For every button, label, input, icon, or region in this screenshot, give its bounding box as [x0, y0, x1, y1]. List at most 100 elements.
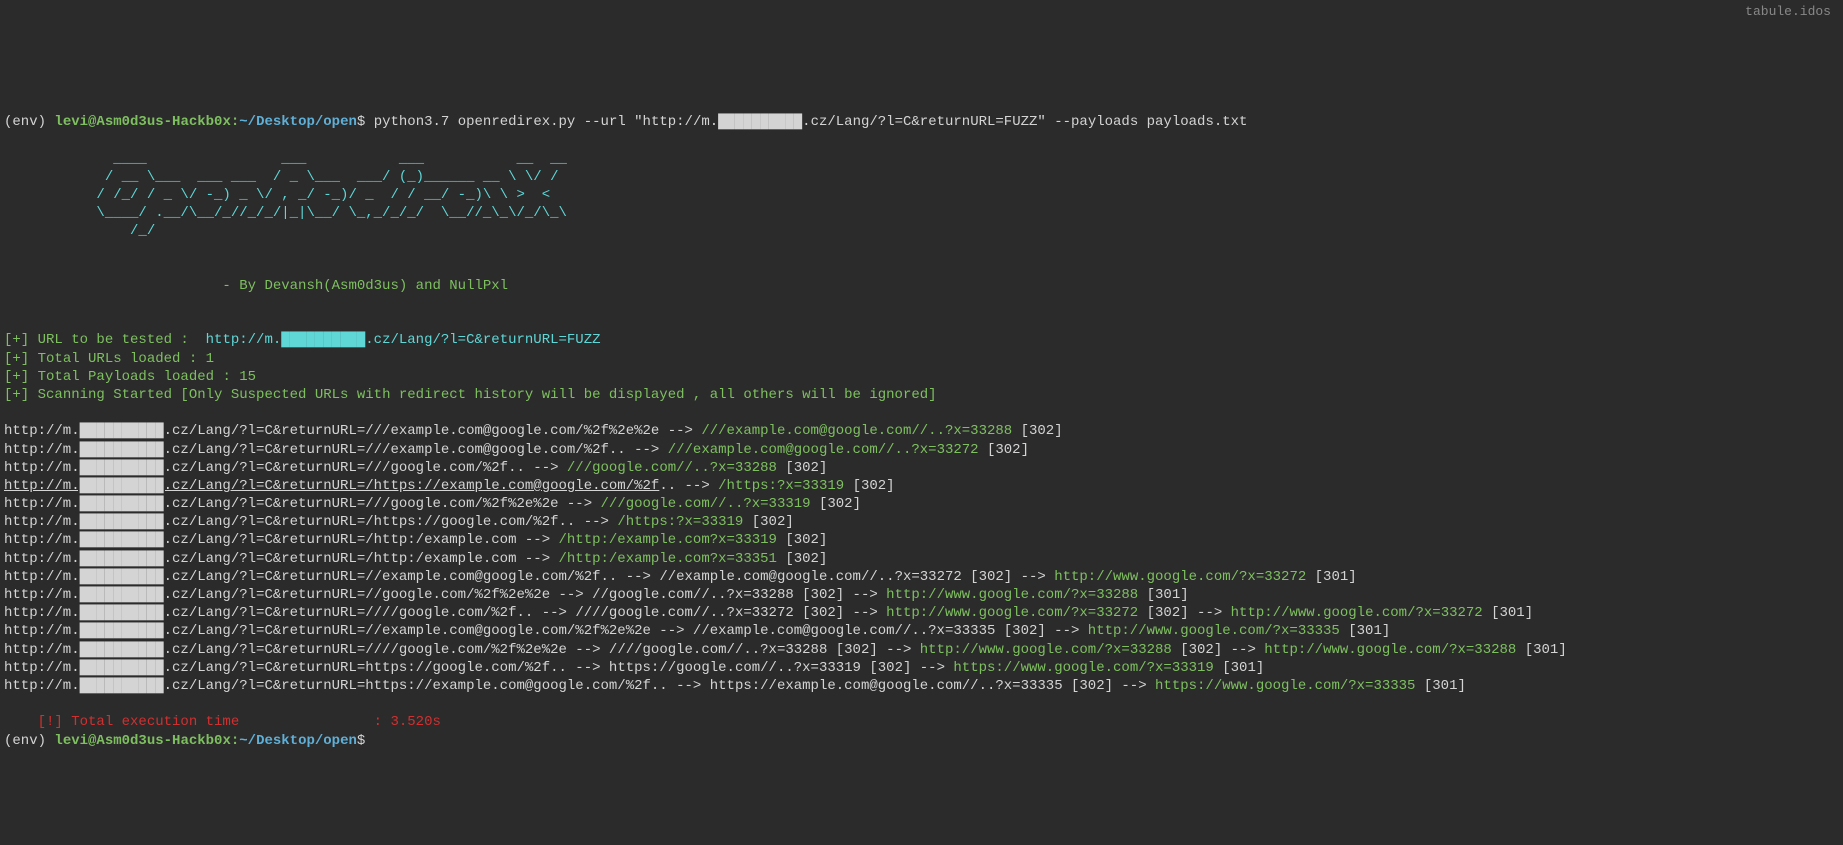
redirect-target: ///example.com@google.com//..?x=33272	[668, 442, 979, 458]
result-base-url: http://m.██████████.cz/Lang/?l=C&returnU…	[4, 423, 659, 439]
result-line: http://m.██████████.cz/Lang/?l=C&returnU…	[4, 641, 1839, 659]
scan-results: http://m.██████████.cz/Lang/?l=C&returnU…	[4, 422, 1839, 695]
result-base-url: http://m.██████████.cz/Lang/?l=C&returnU…	[4, 551, 516, 567]
result-base-url: http://m.██████████.cz/Lang/?l=C&returnU…	[4, 678, 668, 694]
result-line: http://m.██████████.cz/Lang/?l=C&returnU…	[4, 659, 1839, 677]
command-text: python3.7 openredirex.py --url "http://m…	[374, 114, 1248, 130]
cwd-path: ~/Desktop/open	[239, 114, 357, 130]
info-prefix: [+]	[4, 332, 38, 348]
redirect-target: //example.com@google.com//..?x=33335 [30…	[693, 623, 1046, 639]
status-code: [301]	[1214, 660, 1264, 676]
result-line: http://m.██████████.cz/Lang/?l=C&returnU…	[4, 622, 1839, 640]
redirect-target: ////google.com//..?x=33272 [302]	[575, 605, 844, 621]
result-line: http://m.██████████.cz/Lang/?l=C&returnU…	[4, 568, 1839, 586]
info-line-urls-loaded: [+] Total URLs loaded : 1	[4, 351, 214, 367]
result-line: http://m.██████████.cz/Lang/?l=C&returnU…	[4, 604, 1839, 622]
exec-time-label: [!] Total execution time :	[4, 714, 390, 730]
redirect-target: //example.com@google.com//..?x=33272 [30…	[659, 569, 1012, 585]
status-code: [301]	[1306, 569, 1356, 585]
prompt-line-2: (env) levi@Asm0d3us-Hackb0x:~/Desktop/op…	[4, 733, 365, 749]
info-label: Scanning Started [Only Suspected URLs wi…	[38, 387, 937, 403]
result-base-suffix: ..	[659, 478, 676, 494]
status-code: [302]	[777, 460, 827, 476]
redirect-target: /https:?x=33319	[718, 478, 844, 494]
redirect-arrow-icon: -->	[626, 442, 668, 458]
redirect-target: ///google.com//..?x=33288	[567, 460, 777, 476]
status-code: [302]	[811, 496, 861, 512]
redirect-target: http://www.google.com/?x=33288	[920, 642, 1172, 658]
result-base-url: http://m.██████████.cz/Lang/?l=C&returnU…	[4, 514, 575, 530]
redirect-arrow-icon: -->	[516, 551, 558, 567]
status-code: [302]	[1172, 642, 1222, 658]
redirect-target: https://example.com@google.com//..?x=333…	[710, 678, 1113, 694]
result-line: http://m.██████████.cz/Lang/?l=C&returnU…	[4, 677, 1839, 695]
status-code: [302]	[844, 478, 894, 494]
redirect-arrow-icon: -->	[1222, 642, 1264, 658]
status-code: [302]	[1138, 605, 1188, 621]
redirect-target: https://www.google.com/?x=33335	[1155, 678, 1415, 694]
redirect-arrow-icon: -->	[567, 660, 609, 676]
redirect-arrow-icon: -->	[516, 532, 558, 548]
status-code: [301]	[1340, 623, 1390, 639]
result-line: http://m.██████████.cz/Lang/?l=C&returnU…	[4, 459, 1839, 477]
result-base-url: http://m.██████████.cz/Lang/?l=C&returnU…	[4, 460, 525, 476]
result-base-url: http://m.██████████.cz/Lang/?l=C&returnU…	[4, 442, 626, 458]
info-line-url: [+] URL to be tested : http://m.████████…	[4, 332, 601, 348]
redirect-arrow-icon: -->	[1012, 569, 1054, 585]
redirect-arrow-icon: -->	[1189, 605, 1231, 621]
status-code: [302]	[777, 551, 827, 567]
status-code: [302]	[1012, 423, 1062, 439]
prompt-dollar: $	[357, 114, 374, 130]
user-host: levi@Asm0d3us-Hackb0x	[54, 733, 230, 749]
redirect-target: ///example.com@google.com//..?x=33288	[701, 423, 1012, 439]
redirect-target: ////google.com//..?x=33288 [302]	[609, 642, 878, 658]
env-prefix: (env)	[4, 114, 54, 130]
redirect-arrow-icon: -->	[676, 478, 718, 494]
result-base-url: http://m.██████████.cz/Lang/?l=C&returnU…	[4, 642, 567, 658]
redirect-arrow-icon: -->	[1046, 623, 1088, 639]
redirect-arrow-icon: -->	[911, 660, 953, 676]
redirect-arrow-icon: -->	[878, 642, 920, 658]
redirect-arrow-icon: -->	[533, 605, 575, 621]
redirect-target: //google.com//..?x=33288 [302]	[592, 587, 844, 603]
result-base-url: http://m.██████████.cz/Lang/?l=C&returnU…	[4, 569, 617, 585]
result-base-url: http://m.██████████.cz/Lang/?l=C&returnU…	[4, 587, 550, 603]
result-base-url: http://m.██████████.cz/Lang/?l=C&returnU…	[4, 532, 516, 548]
tested-url: http://m.██████████.cz/Lang/?l=C&returnU…	[206, 332, 601, 348]
prompt-dollar: $	[357, 733, 365, 749]
cwd-path: ~/Desktop/open	[239, 733, 357, 749]
result-line: http://m.██████████.cz/Lang/?l=C&returnU…	[4, 531, 1839, 549]
redirect-arrow-icon: -->	[844, 587, 886, 603]
result-base-url: http://m.██████████.cz/Lang/?l=C&returnU…	[4, 623, 651, 639]
result-line: http://m.██████████.cz/Lang/?l=C&returnU…	[4, 422, 1839, 440]
result-line: http://m.██████████.cz/Lang/?l=C&returnU…	[4, 586, 1839, 604]
ascii-art-logo: ____ ___ ___ __ __ / __ \___ ___ ___ / _…	[4, 151, 567, 240]
redirect-target: http://www.google.com/?x=33272	[886, 605, 1138, 621]
user-host: levi@Asm0d3us-Hackb0x	[54, 114, 230, 130]
env-prefix: (env)	[4, 733, 54, 749]
info-prefix: [+]	[4, 351, 38, 367]
redirect-target: http://www.google.com/?x=33272	[1054, 569, 1306, 585]
redirect-arrow-icon: -->	[567, 642, 609, 658]
redirect-target: /http:/example.com?x=33351	[559, 551, 777, 567]
redirect-arrow-icon: -->	[844, 605, 886, 621]
redirect-arrow-icon: -->	[525, 460, 567, 476]
authors-line: - By Devansh(Asm0d3us) and NullPxl	[4, 278, 508, 294]
result-base-url: http://m.██████████.cz/Lang/?l=C&returnU…	[4, 605, 533, 621]
result-line: http://m.██████████.cz/Lang/?l=C&returnU…	[4, 550, 1839, 568]
prompt-line-1: (env) levi@Asm0d3us-Hackb0x:~/Desktop/op…	[4, 114, 1247, 130]
colon: :	[231, 733, 239, 749]
redirect-arrow-icon: -->	[617, 569, 659, 585]
redirect-arrow-icon: -->	[559, 496, 601, 512]
redirect-arrow-icon: -->	[550, 587, 592, 603]
status-code: [301]	[1415, 678, 1465, 694]
status-code: [302]	[777, 532, 827, 548]
redirect-arrow-icon: -->	[651, 623, 693, 639]
redirect-arrow-icon: -->	[1113, 678, 1155, 694]
redirect-target: /http:/example.com?x=33319	[559, 532, 777, 548]
info-prefix: [+]	[4, 387, 38, 403]
result-base-url: http://m.██████████.cz/Lang/?l=C&returnU…	[4, 496, 559, 512]
info-label: Total URLs loaded : 1	[38, 351, 214, 367]
redirect-target: https://www.google.com/?x=33319	[953, 660, 1213, 676]
terminal-output[interactable]: (env) levi@Asm0d3us-Hackb0x:~/Desktop/op…	[4, 113, 1839, 750]
